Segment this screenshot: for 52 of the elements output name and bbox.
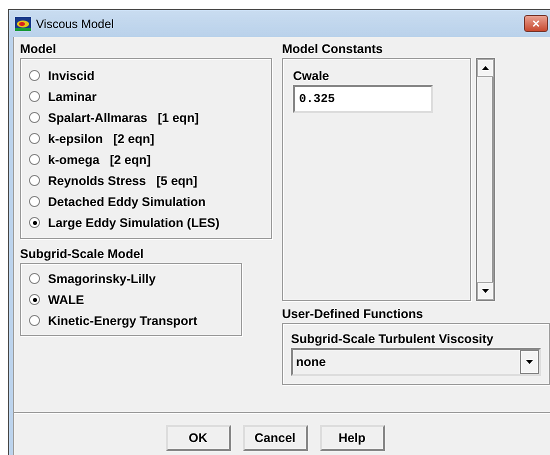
group-label: Model Constants: [282, 41, 384, 58]
input-field[interactable]: 0.325: [293, 85, 433, 113]
group-label: User-Defined Functions: [282, 306, 424, 323]
dialog-button[interactable]: Help: [320, 425, 384, 451]
field-label: Subgrid-Scale Turbulent Viscosity: [291, 331, 494, 348]
radio-button[interactable]: [29, 91, 40, 102]
option-label: Laminar: [48, 90, 97, 104]
option-label: Kinetic-Energy Transport: [48, 314, 198, 328]
down-arrow-icon: [526, 360, 533, 364]
radio-option[interactable]: WALE: [29, 289, 233, 310]
dialog-button[interactable]: Cancel: [242, 425, 308, 451]
option-label: k-omega [2 eqn]: [48, 152, 151, 166]
radio-button[interactable]: [29, 70, 40, 81]
radio-option[interactable]: Spalart-Allmaras [1 eqn]: [29, 107, 263, 128]
option-label: Spalart-Allmaras [1 eqn]: [48, 110, 199, 124]
scroll-down-button[interactable]: [477, 282, 494, 300]
app-icon: [15, 16, 31, 30]
radio-button[interactable]: [29, 175, 40, 186]
option-label: Smagorinsky-Lilly: [48, 272, 156, 286]
group-label: Model: [20, 41, 58, 58]
radio-button[interactable]: [29, 273, 40, 284]
radio-button[interactable]: [29, 112, 40, 123]
group-label: Subgrid-Scale Model: [20, 246, 145, 263]
window-title: Viscous Model: [36, 16, 114, 30]
option-label: Inviscid: [48, 68, 95, 82]
radio-button[interactable]: [29, 294, 40, 305]
radio-option[interactable]: Inviscid: [29, 65, 263, 86]
radio-option[interactable]: Large Eddy Simulation (LES): [29, 212, 263, 233]
dialog-button[interactable]: OK: [166, 425, 230, 451]
radio-option[interactable]: k-omega [2 eqn]: [29, 149, 263, 170]
option-label: Reynolds Stress [5 eqn]: [48, 174, 198, 188]
scroll-up-button[interactable]: [477, 59, 494, 77]
dropdown[interactable]: none: [291, 348, 541, 376]
radio-option[interactable]: Kinetic-Energy Transport: [29, 310, 233, 331]
radio-button[interactable]: [29, 154, 40, 165]
down-arrow-icon: [482, 289, 489, 293]
radio-button[interactable]: [29, 133, 40, 144]
option-label: WALE: [48, 292, 84, 306]
radio-option[interactable]: k-epsilon [2 eqn]: [29, 128, 263, 149]
radio-option[interactable]: Reynolds Stress [5 eqn]: [29, 170, 263, 191]
radio-button[interactable]: [29, 217, 40, 228]
option-label: Detached Eddy Simulation: [48, 194, 206, 208]
radio-option[interactable]: Smagorinsky-Lilly: [29, 268, 233, 289]
option-label: Large Eddy Simulation (LES): [48, 216, 220, 230]
option-label: k-epsilon [2 eqn]: [48, 132, 154, 146]
radio-button[interactable]: [29, 315, 40, 326]
radio-option[interactable]: Detached Eddy Simulation: [29, 191, 263, 212]
scrollbar[interactable]: [476, 58, 495, 301]
radio-button[interactable]: [29, 196, 40, 207]
field-label: Cwale: [293, 68, 330, 85]
up-arrow-icon: [482, 66, 489, 70]
radio-option[interactable]: Laminar: [29, 86, 263, 107]
